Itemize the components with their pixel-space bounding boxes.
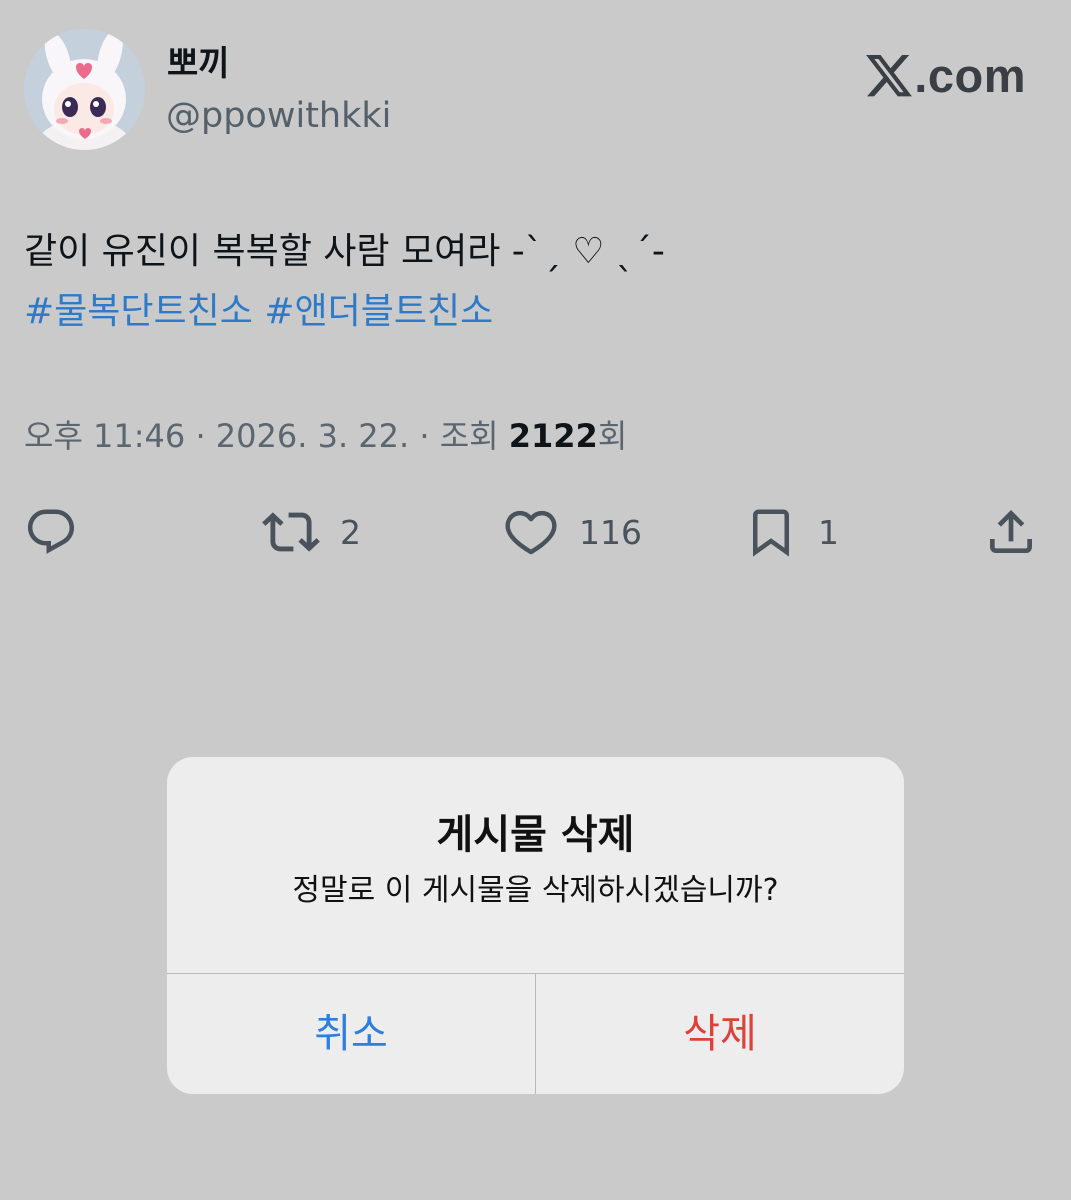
hashtag-line: #물복단트친소 #앤더블트친소: [24, 282, 1044, 342]
user-handle[interactable]: @ppowithkki: [166, 94, 391, 138]
views-suffix: 회: [597, 417, 628, 455]
bookmark-button[interactable]: 1: [744, 504, 839, 560]
avatar-image: [24, 29, 145, 150]
post-date[interactable]: 2026. 3. 22.: [216, 417, 409, 455]
dialog-title: 게시물 삭제: [436, 812, 635, 858]
x-logo-icon: [866, 55, 913, 97]
retweet-icon: [262, 512, 320, 552]
views-count: 2122: [508, 417, 598, 455]
views-label: 조회: [439, 417, 509, 455]
meta-separator: ·: [409, 417, 440, 455]
brand-watermark: .com: [866, 48, 1026, 104]
dialog-message: 정말로 이 게시물을 삭제하시겠습니까?: [292, 873, 779, 908]
hashtag-link[interactable]: #앤더블트친소: [264, 291, 493, 332]
share-icon: [990, 510, 1032, 553]
reply-button[interactable]: [24, 504, 78, 560]
like-count: 116: [579, 512, 642, 552]
meta-separator: ·: [185, 417, 216, 455]
post-detail-screen: 뽀끼 @ppowithkki .com 같이 유진이 복복할 사람 모여라 -ˋ…: [0, 0, 1071, 1200]
retweet-button[interactable]: 2: [262, 504, 361, 560]
post-meta: 오후 11:46 · 2026. 3. 22. · 조회 2122회: [24, 414, 627, 458]
cancel-button[interactable]: 취소: [167, 974, 535, 1094]
delete-button[interactable]: 삭제: [536, 974, 904, 1094]
reply-icon: [27, 509, 75, 554]
display-name[interactable]: 뽀끼: [167, 42, 230, 86]
avatar[interactable]: [24, 29, 145, 150]
hashtag-link[interactable]: #물복단트친소: [24, 291, 253, 332]
retweet-count: 2: [340, 512, 361, 552]
delete-confirm-dialog: 게시물 삭제 정말로 이 게시물을 삭제하시겠습니까? 취소 삭제: [167, 757, 904, 1094]
post-text: 같이 유진이 복복할 사람 모여라 -ˋˏ ♡ ˎˊ- #물복단트친소 #앤더블…: [24, 222, 1044, 342]
share-button[interactable]: [983, 504, 1039, 560]
heart-icon: [505, 510, 557, 555]
like-button[interactable]: 116: [503, 504, 642, 560]
brand-text: .com: [914, 49, 1026, 102]
bookmark-icon: [753, 509, 789, 557]
bookmark-count: 1: [818, 512, 839, 552]
post-body-line: 같이 유진이 복복할 사람 모여라 -ˋˏ ♡ ˎˊ-: [24, 231, 665, 272]
post-time[interactable]: 오후 11:46: [24, 417, 185, 455]
